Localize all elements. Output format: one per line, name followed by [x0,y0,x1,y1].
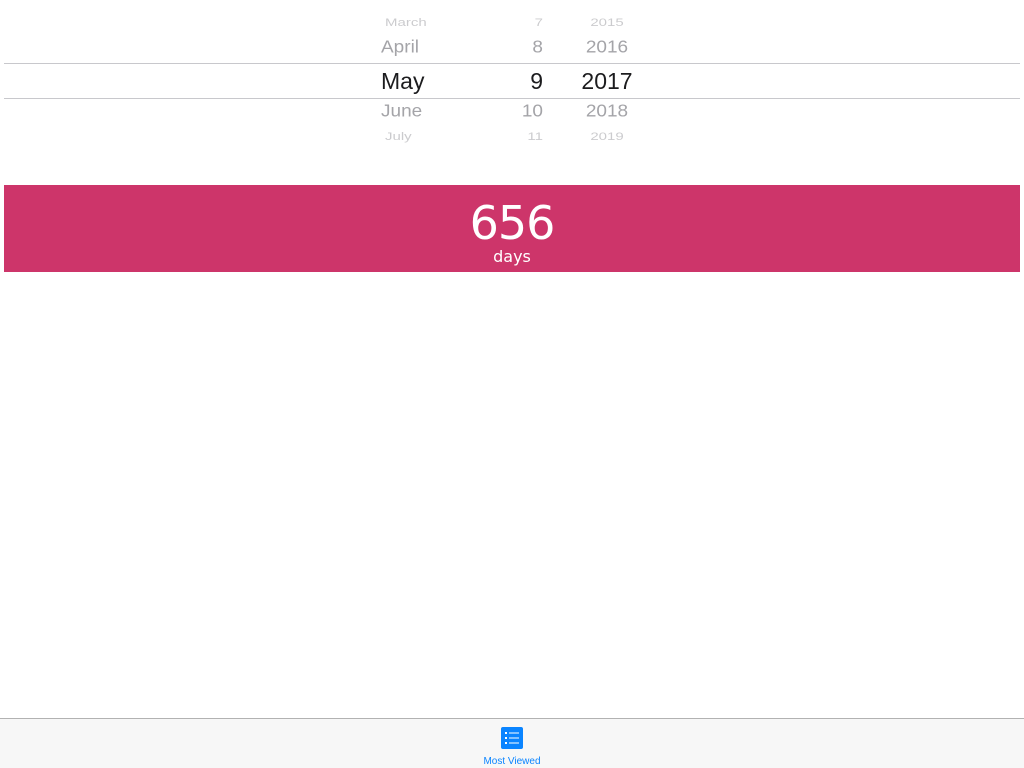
date-picker[interactable]: March April May June July 7 8 9 10 11 20… [0,0,1024,150]
days-unit-label: days [493,247,531,266]
days-count: 656 [469,196,556,250]
year-option[interactable]: 2018 [568,102,646,122]
tab-bar: Most Viewed [0,718,1024,768]
tab-most-viewed[interactable]: Most Viewed [462,719,562,768]
day-wheel[interactable]: 7 8 9 10 11 [480,0,544,150]
year-option[interactable]: 2015 [568,17,646,30]
selected-day[interactable]: 9 [480,67,544,95]
day-option[interactable]: 7 [480,17,544,30]
month-wheel[interactable]: March April May June July [360,0,460,150]
tab-label: Most Viewed [483,756,541,767]
list-icon [501,727,523,749]
day-option[interactable]: 11 [480,131,544,144]
year-option[interactable]: 2016 [568,38,646,58]
year-option[interactable]: 2019 [568,131,646,144]
year-wheel[interactable]: 2015 2016 2017 2018 2019 [568,0,646,150]
month-option[interactable]: July [360,131,460,144]
selected-year[interactable]: 2017 [568,67,646,95]
month-option[interactable]: March [360,17,460,30]
month-option[interactable]: April [360,38,460,58]
day-option[interactable]: 10 [480,102,544,122]
month-option[interactable]: June [360,102,460,122]
screen: March April May June July 7 8 9 10 11 20… [0,0,1024,768]
selected-month[interactable]: May [360,67,460,95]
day-option[interactable]: 8 [480,38,544,58]
